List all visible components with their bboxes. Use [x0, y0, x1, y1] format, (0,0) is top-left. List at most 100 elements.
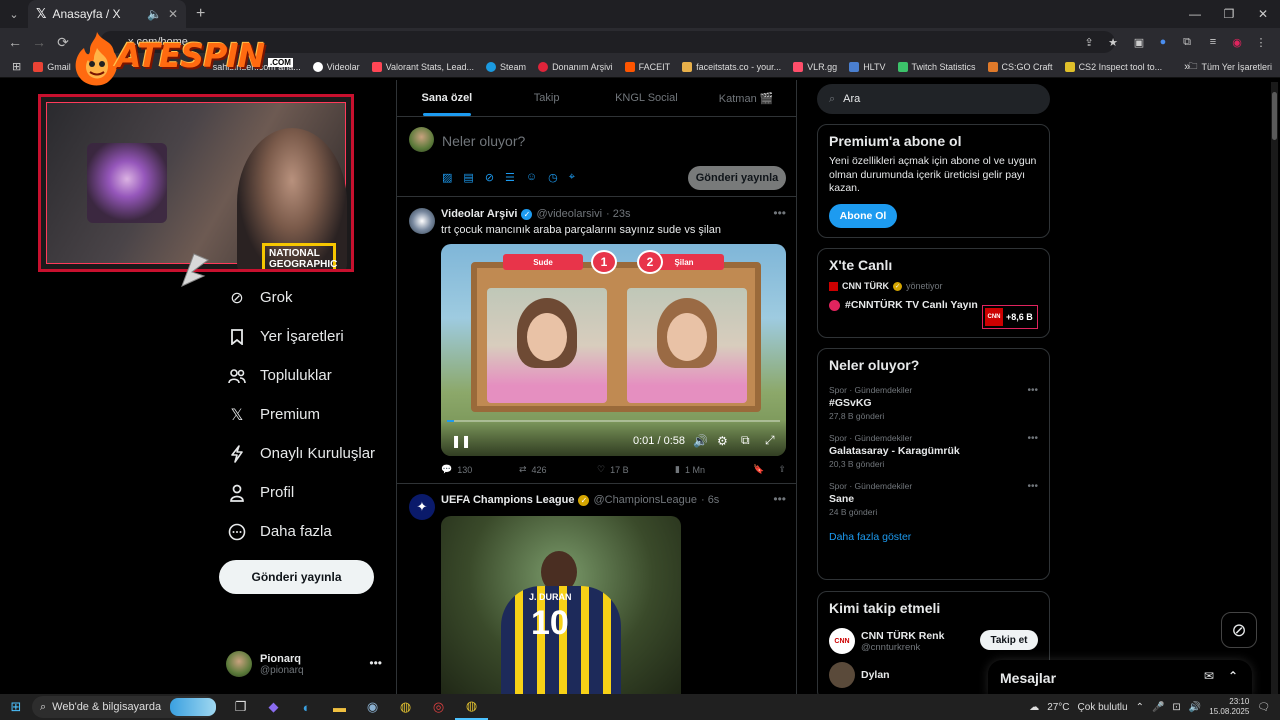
sidebar-post-button[interactable]: Gönderi yayınla	[219, 560, 374, 594]
tab-following[interactable]: Takip	[497, 80, 597, 116]
chrome-icon[interactable]: ◍	[389, 694, 422, 720]
bookmark-donanim[interactable]: Donanım Arşivi	[532, 61, 619, 72]
tweet-photo[interactable]: J. DURAN 10	[441, 516, 681, 694]
sidebar-item-more[interactable]: Daha fazla	[218, 512, 398, 551]
like-button[interactable]: ♡ 17 B	[597, 464, 675, 475]
tweet-video[interactable]: Sude Şilan 1 2 ❚❚ 0:01 / 0:58 🔊 ⚙ ⧉ ⤢	[441, 244, 786, 456]
grok-float-button[interactable]: ⊘	[1221, 612, 1257, 648]
trend-item[interactable]: Spor · Gündemdekiler #GSvKG 27,8 B gönde…	[829, 385, 1038, 421]
tab-katman[interactable]: Katman 🎬	[696, 80, 796, 116]
scrollbar-thumb[interactable]	[1272, 92, 1277, 140]
trend-more-icon[interactable]: •••	[1027, 433, 1038, 444]
subscribe-button[interactable]: Abone Ol	[829, 203, 897, 228]
tweet-more-icon[interactable]: •••	[773, 492, 786, 506]
extensions-puzzle-icon[interactable]: ⧉	[1178, 32, 1196, 52]
tweet[interactable]: ✦ UEFA Champions League ✓ @ChampionsLeag…	[397, 484, 796, 694]
volume-icon[interactable]: 🔊	[693, 434, 708, 448]
schedule-icon[interactable]: ◷	[548, 171, 558, 184]
windows-start-icon[interactable]: ⊞	[0, 694, 32, 720]
task-view-icon[interactable]: ❐	[224, 694, 257, 720]
tab-kngl-social[interactable]: KNGL Social	[597, 80, 697, 116]
bookmark-vlr[interactable]: VLR.gg	[787, 61, 843, 72]
trend-more-icon[interactable]: •••	[1027, 385, 1038, 396]
install-app-icon[interactable]: ⇪	[1080, 32, 1098, 52]
trend-item[interactable]: Spor · Gündemdekiler Sane 24 B gönderi •…	[829, 481, 1038, 517]
messages-drawer[interactable]: Mesajlar ✉ ⌃	[988, 660, 1252, 696]
share-icon[interactable]: ⇪	[778, 464, 786, 475]
bookmark-csgo-craft[interactable]: CS:GO Craft	[982, 61, 1059, 72]
steam-taskbar-icon[interactable]: ◉	[356, 694, 389, 720]
clock[interactable]: 23:10 15.08.2025	[1209, 697, 1249, 717]
bookmark-cs2-inspect[interactable]: CS2 Inspect tool to...	[1059, 61, 1169, 72]
page-scrollbar[interactable]	[1271, 82, 1278, 694]
network-icon[interactable]: ⊡	[1172, 702, 1180, 713]
location-icon[interactable]: ⌖	[569, 171, 575, 184]
close-window-icon[interactable]: ✕	[1246, 0, 1280, 28]
microphone-icon[interactable]: 🎤	[1152, 702, 1164, 713]
follow-suggestion[interactable]: CNN CNN TÜRK Renk @cnnturkrenk Takip et	[829, 626, 1038, 656]
volume-tray-icon[interactable]: 🔊	[1189, 702, 1201, 713]
tab-audio-icon[interactable]: 🔈	[147, 7, 162, 21]
bookmark-faceit[interactable]: FACEIT	[619, 61, 677, 72]
expand-chevron-icon[interactable]: ⌃	[1228, 669, 1238, 683]
browser-menu-icon[interactable]: ⋮	[1252, 32, 1270, 52]
back-arrow-icon[interactable]: ←	[3, 34, 27, 50]
sidebar-item-bookmarks[interactable]: Yer İşaretleri	[218, 317, 398, 356]
trend-more-icon[interactable]: •••	[1027, 481, 1038, 492]
video-progress-bar[interactable]	[447, 420, 780, 422]
apps-grid-icon[interactable]: ⊞	[6, 60, 27, 73]
sidebar-item-verified-orgs[interactable]: Onaylı Kuruluşlar	[218, 434, 398, 473]
settings-gear-icon[interactable]: ⚙	[717, 434, 728, 448]
sidebar-item-premium[interactable]: 𝕏 Premium	[218, 395, 398, 434]
new-message-icon[interactable]: ✉	[1204, 669, 1214, 683]
forward-arrow-icon[interactable]: →	[27, 34, 51, 50]
extension-2-icon[interactable]: ●	[1154, 32, 1172, 52]
bookmark-twitch-stats[interactable]: Twitch Statistics	[892, 61, 982, 72]
composer-post-button[interactable]: Gönderi yayınla	[688, 166, 786, 190]
tab-for-you[interactable]: Sana özel	[397, 80, 497, 116]
pip-icon[interactable]: ⧉	[741, 433, 750, 448]
repost-button[interactable]: ⇄ 426	[519, 464, 597, 475]
new-tab-plus-icon[interactable]: +	[196, 5, 205, 23]
tray-chevron-icon[interactable]: ⌃	[1136, 702, 1144, 713]
reply-button[interactable]: 💬 130	[441, 464, 519, 475]
tweet-more-icon[interactable]: •••	[773, 206, 786, 220]
bookmark-hltv[interactable]: HLTV	[843, 61, 891, 72]
sidebar-item-grok[interactable]: ⊘ Grok	[218, 278, 398, 317]
poll-icon[interactable]: ☰	[505, 171, 515, 184]
bookmark-star-icon[interactable]: ★	[1104, 32, 1122, 52]
tab-close-icon[interactable]: ✕	[168, 7, 178, 21]
edge-icon[interactable]: ◐	[290, 694, 323, 720]
browser-tab-x-home[interactable]: 𝕏 Anasayfa / X 🔈 ✕	[28, 0, 186, 28]
copilot-icon[interactable]: ◆	[257, 694, 290, 720]
tab-search-chevron-icon[interactable]: ⌄	[0, 0, 28, 28]
live-host[interactable]: CNN TÜRK	[842, 281, 889, 291]
sidebar-item-profile[interactable]: Profil	[218, 473, 398, 512]
tweet[interactable]: Videolar Arşivi ✓ @videolarsivi · 23s ••…	[397, 198, 796, 484]
bookmark-videolar[interactable]: Videolar	[307, 61, 366, 72]
bookmark-faceitstats[interactable]: faceitstats.co - your...	[676, 61, 787, 72]
composer-input[interactable]: Neler oluyor?	[442, 133, 525, 149]
chrome-active-icon[interactable]: ◍	[455, 694, 488, 720]
bookmark-gmail[interactable]: Gmail	[27, 61, 77, 72]
extension-1-icon[interactable]: ▣	[1130, 32, 1148, 52]
taskbar-search[interactable]: ⌕ Web'de & bilgisayarda	[32, 696, 216, 718]
pause-icon[interactable]: ❚❚	[451, 434, 471, 448]
views-button[interactable]: ▮ 1 Mn	[675, 464, 753, 475]
fullscreen-icon[interactable]: ⤢	[765, 433, 775, 448]
emoji-icon[interactable]: ☺	[526, 171, 537, 184]
notifications-icon[interactable]: 🗨	[1257, 702, 1270, 713]
reading-list-icon[interactable]: ≡	[1204, 32, 1222, 52]
sidebar-item-communities[interactable]: Topluluklar	[218, 356, 398, 395]
bookmark-valorant[interactable]: Valorant Stats, Lead...	[366, 61, 480, 72]
bookmark-tweet-icon[interactable]: 🔖	[753, 464, 764, 475]
all-bookmarks[interactable]: 🗀 Tüm Yer İşaretleri	[1188, 59, 1272, 75]
restore-icon[interactable]: ❐	[1212, 0, 1246, 28]
profile-avatar-icon[interactable]: ◉	[1228, 32, 1246, 52]
follow-button[interactable]: Takip et	[980, 630, 1038, 650]
tweet-author-name[interactable]: UEFA Champions League	[441, 494, 574, 506]
minimize-icon[interactable]: —	[1178, 0, 1212, 28]
media-icon[interactable]: ▨	[442, 171, 452, 184]
tweet-author-name[interactable]: Videolar Arşivi	[441, 208, 517, 220]
account-switcher[interactable]: Pionarq @pionarq •••	[226, 648, 386, 680]
